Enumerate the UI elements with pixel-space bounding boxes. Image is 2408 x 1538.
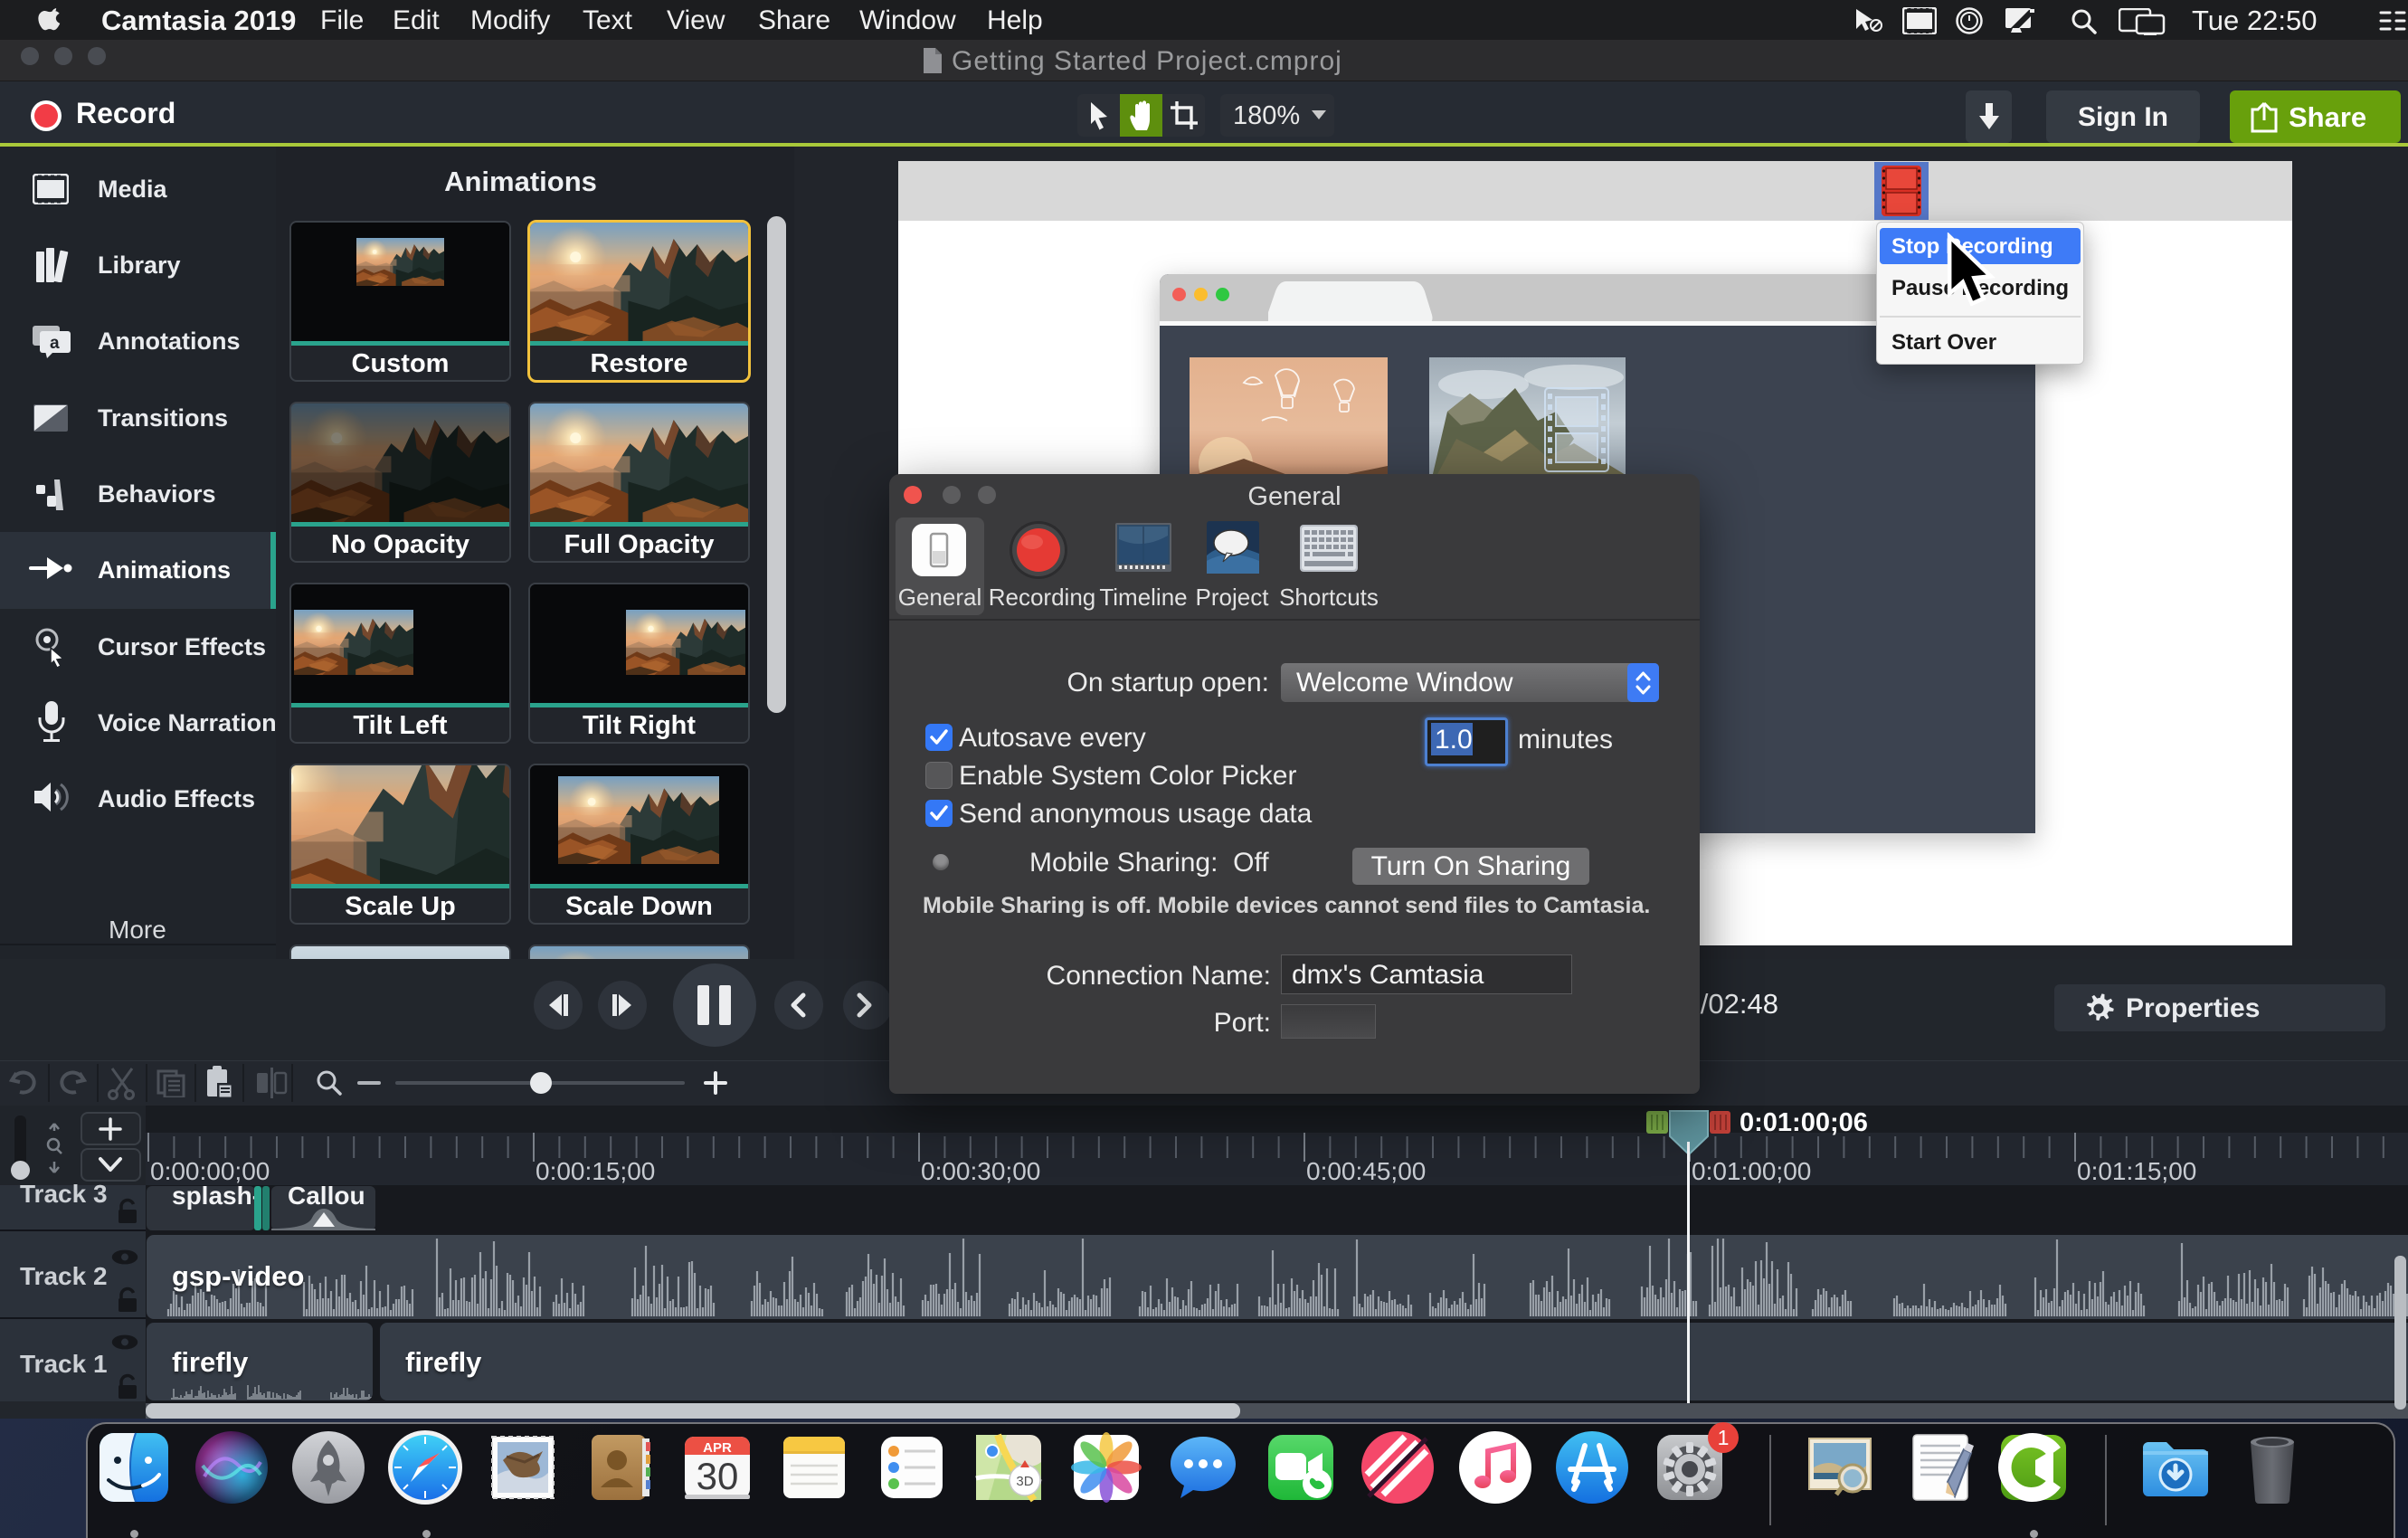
svg-text:3D: 3D [1016,1474,1033,1489]
svg-text:a: a [50,334,60,353]
svg-text:30: 30 [697,1455,739,1497]
svg-text:APR: APR [703,1440,732,1456]
